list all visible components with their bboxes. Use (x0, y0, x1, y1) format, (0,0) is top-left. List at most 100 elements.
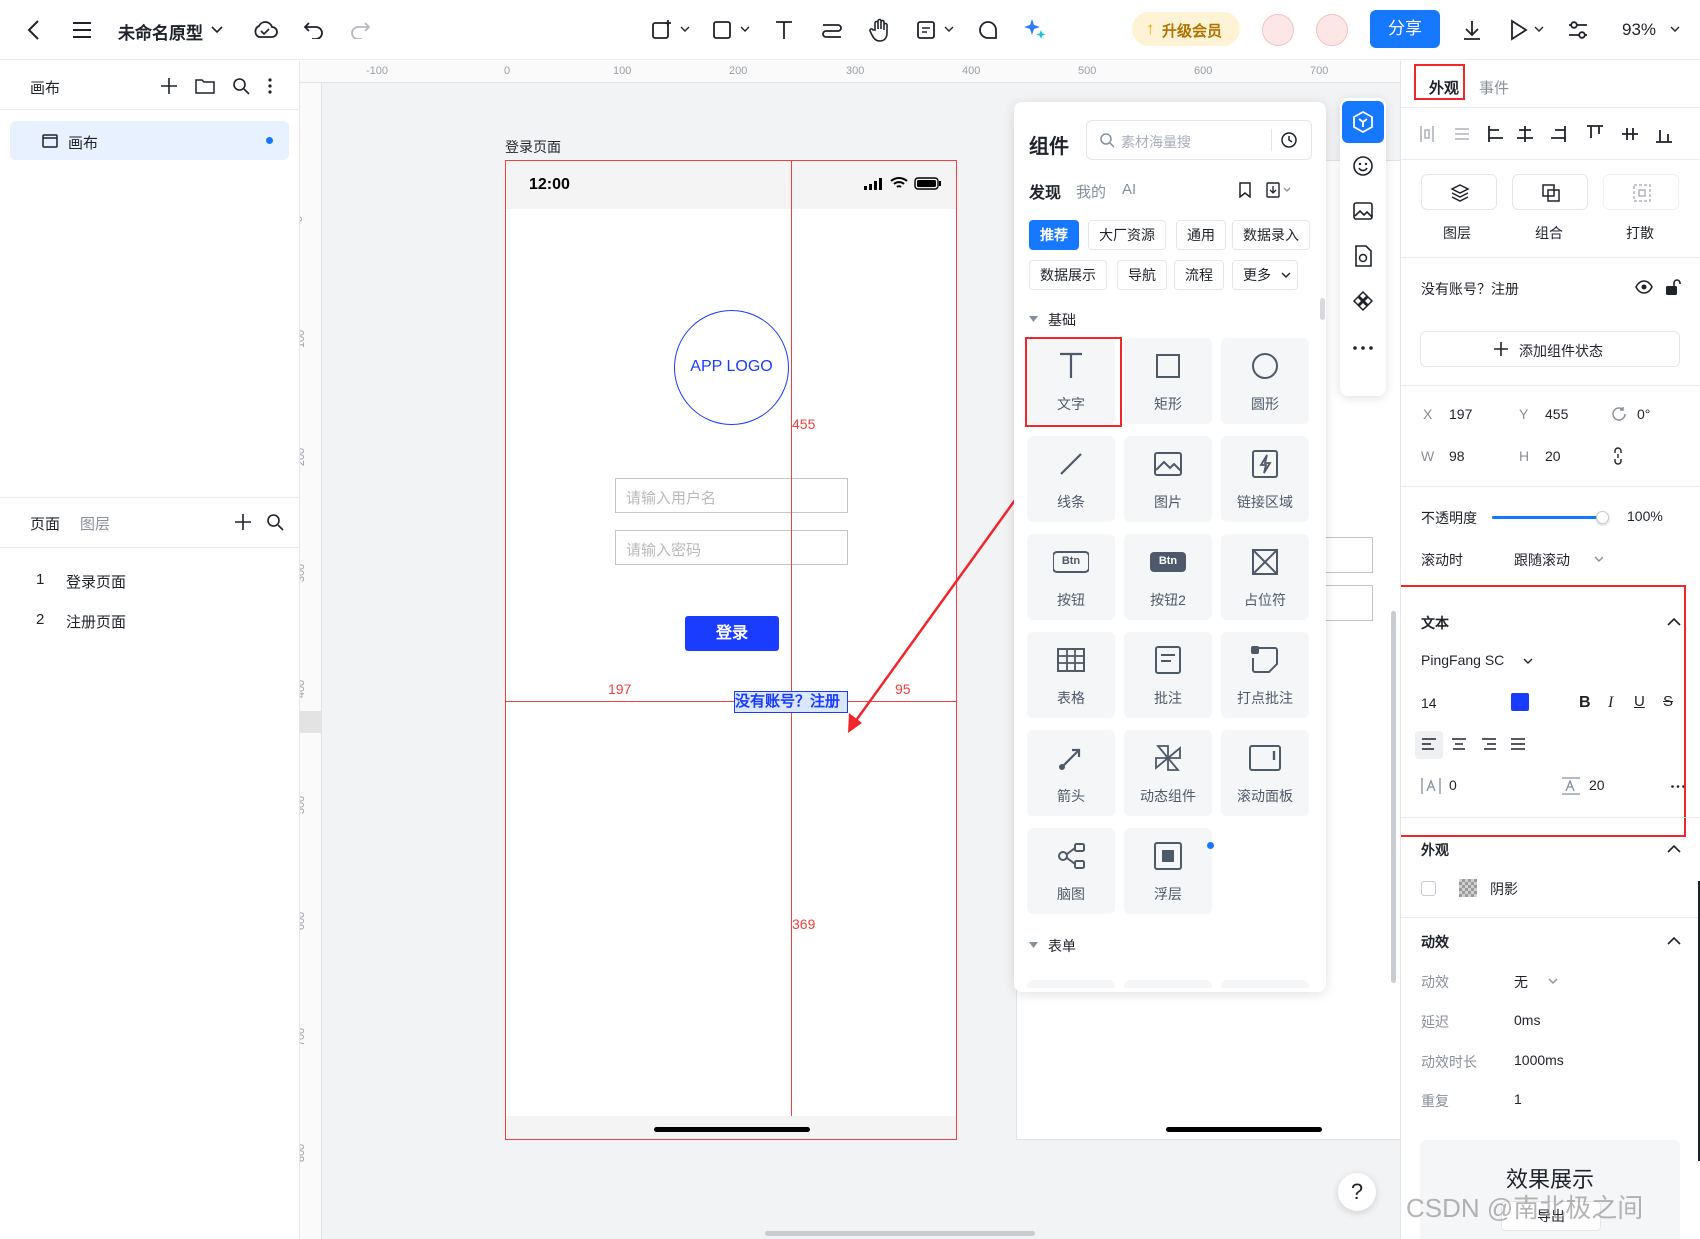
comment-tool-icon[interactable] (974, 16, 1002, 44)
scroll-select[interactable]: 跟随滚动 (1514, 550, 1570, 570)
component-image[interactable]: 图片 (1124, 436, 1212, 522)
component-placeholder[interactable]: 占位符 (1221, 534, 1309, 620)
help-icon[interactable]: ? (1338, 1173, 1376, 1211)
avatar[interactable] (1316, 14, 1348, 46)
component-name[interactable]: 没有账号？注册 (1421, 279, 1519, 299)
chevron-down-icon[interactable] (1532, 22, 1546, 36)
component-scroll-panel[interactable]: 滚动面板 (1221, 730, 1309, 816)
repeat-field[interactable]: 1 (1514, 1091, 1522, 1107)
opacity-value[interactable]: 100% (1627, 508, 1663, 524)
menu-icon[interactable] (68, 16, 96, 44)
component-dynamic[interactable]: 动态组件 (1124, 730, 1212, 816)
tab-mine[interactable]: 我的 (1076, 181, 1106, 202)
component-button[interactable]: Btn 按钮 (1027, 534, 1115, 620)
play-icon[interactable] (1504, 16, 1532, 44)
document-icon[interactable] (1351, 244, 1375, 268)
project-name[interactable]: 未命名原型 (118, 19, 203, 44)
canvas-vertical-scrollbar[interactable] (1391, 611, 1396, 983)
tab-events[interactable]: 事件 (1479, 77, 1509, 98)
upgrade-button[interactable]: ↑ 升级会员 (1132, 12, 1240, 46)
tab-pages[interactable]: 页面 (30, 513, 60, 534)
chip-data-display[interactable]: 数据展示 (1029, 260, 1107, 290)
opacity-slider-handle[interactable] (1596, 511, 1609, 524)
canvas-area[interactable]: -100 0 100 200 300 400 500 600 700 0 100… (300, 61, 1400, 1239)
chip-flow[interactable]: 流程 (1174, 260, 1224, 290)
y-field[interactable]: 455 (1545, 406, 1568, 422)
chip-data-entry[interactable]: 数据录入 (1232, 220, 1310, 250)
component-rectangle[interactable]: 矩形 (1124, 338, 1212, 424)
canvas-horizontal-scrollbar[interactable] (765, 1231, 1035, 1236)
chevron-down-icon[interactable] (678, 22, 692, 36)
chevron-down-icon[interactable] (208, 20, 226, 40)
import-icon[interactable] (1266, 182, 1292, 198)
text-tool-icon[interactable] (770, 16, 798, 44)
tab-layers[interactable]: 图层 (80, 513, 110, 534)
component-button2[interactable]: Btn 按钮2 (1124, 534, 1212, 620)
note-tool-icon[interactable] (912, 16, 940, 44)
shadow-swatch[interactable] (1459, 879, 1477, 897)
username-input[interactable]: 请输入用户名 (615, 478, 848, 513)
component-pin-annotation[interactable]: 打点批注 (1221, 632, 1309, 718)
rectangle-tool-icon[interactable] (708, 16, 736, 44)
download-icon[interactable] (1458, 16, 1486, 44)
redo-icon[interactable] (346, 16, 374, 44)
emoji-icon[interactable] (1351, 154, 1375, 178)
component-circle[interactable]: 圆形 (1221, 338, 1309, 424)
search-icon[interactable] (230, 75, 252, 97)
history-icon[interactable] (1280, 131, 1298, 149)
tab-discover[interactable]: 发现 (1029, 179, 1061, 203)
delay-field[interactable]: 0ms (1514, 1012, 1540, 1028)
rotation-field[interactable]: 0° (1637, 406, 1650, 422)
cloud-sync-icon[interactable] (250, 16, 280, 44)
group-button[interactable] (1512, 174, 1588, 210)
tab-ai[interactable]: AI (1122, 181, 1136, 198)
folder-icon[interactable] (194, 75, 216, 97)
list-item[interactable]: 1 登录页面 (0, 563, 300, 597)
opacity-slider[interactable] (1492, 511, 1609, 524)
back-icon[interactable] (20, 16, 48, 44)
h-field[interactable]: 20 (1545, 448, 1561, 464)
add-icon[interactable] (158, 75, 180, 97)
chip-general[interactable]: 通用 (1176, 220, 1226, 250)
w-field[interactable]: 98 (1449, 448, 1465, 464)
image-icon[interactable] (1351, 199, 1375, 223)
component-arrow[interactable]: 箭头 (1027, 730, 1115, 816)
chevron-down-icon[interactable] (1548, 978, 1558, 985)
components-dock-icon[interactable] (1342, 101, 1384, 143)
chip-navigation[interactable]: 导航 (1117, 260, 1167, 290)
avatar[interactable] (1262, 14, 1294, 46)
panel-scrollbar[interactable] (1320, 298, 1325, 320)
register-link-text[interactable]: 没有账号？注册 (734, 691, 848, 713)
password-input[interactable]: 请输入密码 (615, 530, 848, 565)
undo-icon[interactable] (300, 16, 328, 44)
more-vertical-icon[interactable] (262, 75, 278, 97)
canvas-item[interactable]: 画布 (10, 121, 289, 160)
chip-enterprise[interactable]: 大厂资源 (1088, 220, 1166, 250)
list-item[interactable]: 2 注册页面 (0, 603, 300, 637)
x-field[interactable]: 197 (1449, 406, 1472, 422)
link-ratio-icon[interactable] (1613, 447, 1623, 465)
effect-select[interactable]: 无 (1514, 972, 1528, 992)
component-link-area[interactable]: 链接区域 (1221, 436, 1309, 522)
material-search-input[interactable]: 素材海量搜 (1086, 120, 1312, 160)
component-table[interactable]: 表格 (1027, 632, 1115, 718)
component-line[interactable]: 线条 (1027, 436, 1115, 522)
appearance-section-title[interactable]: 外观 (1421, 840, 1449, 860)
component-set-icon[interactable] (1351, 289, 1375, 313)
chevron-down-icon[interactable] (942, 22, 956, 36)
section-basic[interactable]: 基础 (1048, 310, 1076, 330)
more-horizontal-icon[interactable] (1351, 336, 1375, 360)
share-button[interactable]: 分享 (1370, 10, 1440, 48)
chevron-up-icon[interactable] (1667, 936, 1681, 945)
connector-tool-icon[interactable] (818, 16, 846, 44)
unlock-icon[interactable] (1665, 278, 1681, 296)
artboard-title[interactable]: 登录页面 (505, 137, 561, 157)
duration-field[interactable]: 1000ms (1514, 1052, 1564, 1068)
component-mindmap[interactable]: 脑图 (1027, 828, 1115, 914)
eye-icon[interactable] (1635, 280, 1653, 294)
shadow-checkbox[interactable] (1421, 881, 1436, 896)
chevron-up-icon[interactable] (1667, 844, 1681, 853)
app-logo[interactable]: APP LOGO (674, 310, 789, 425)
section-form[interactable]: 表单 (1048, 936, 1076, 956)
chevron-down-icon[interactable] (1594, 556, 1604, 563)
